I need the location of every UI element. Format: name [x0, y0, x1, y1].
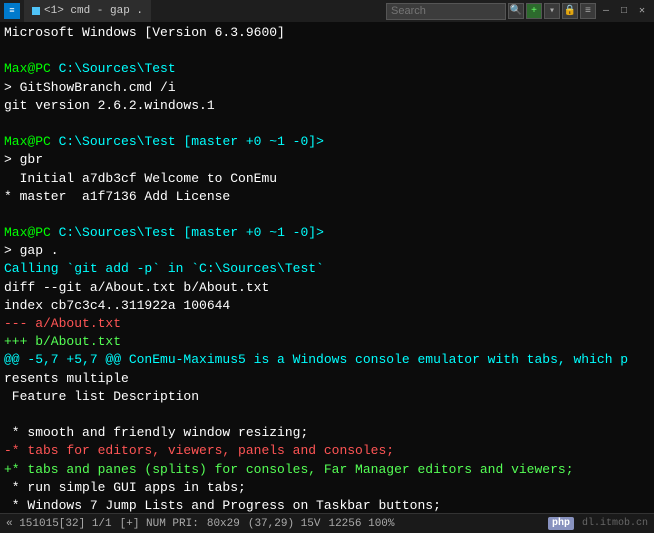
- status-chars: 12256 100%: [328, 518, 394, 530]
- term-line-7: Max@PC C:\Sources\Test [master +0 ~1 -0]…: [4, 133, 650, 151]
- term-line-2: [4, 42, 650, 60]
- term-line-10: * master a1f7136 Add License: [4, 188, 650, 206]
- prompt-branch-7: [master +0 ~1 -0]>: [183, 134, 323, 149]
- term-line-17: --- a/About.txt: [4, 315, 650, 333]
- term-line-3: Max@PC C:\Sources\Test: [4, 60, 650, 78]
- status-mode: [+] NUM PRI:: [120, 518, 199, 530]
- term-line-18: +++ b/About.txt: [4, 333, 650, 351]
- statusbar: « 151015[32] 1/1 [+] NUM PRI: 80x29 (37,…: [0, 513, 654, 533]
- term-line-5: git version 2.6.2.windows.1: [4, 97, 650, 115]
- term-line-6: [4, 115, 650, 133]
- term-line-1: Microsoft Windows [Version 6.3.9600]: [4, 24, 650, 42]
- term-line-16: index cb7c3c4..311922a 100644: [4, 297, 650, 315]
- term-line-12: Max@PC C:\Sources\Test [master +0 ~1 -0]…: [4, 224, 650, 242]
- term-line-24: -* tabs for editors, viewers, panels and…: [4, 442, 650, 460]
- maximize-button[interactable]: □: [616, 3, 632, 19]
- term-line-27: * Windows 7 Jump Lists and Progress on T…: [4, 497, 650, 513]
- terminal-output[interactable]: Microsoft Windows [Version 6.3.9600] Max…: [0, 22, 654, 513]
- term-line-14: Calling `git add -p` in `C:\Sources\Test…: [4, 260, 650, 278]
- tab-label: <1> cmd - gap .: [44, 5, 143, 17]
- titlebar: ≡ <1> cmd - gap . 🔍 + ▾ 🔒 ≡ — □ ✕: [0, 0, 654, 22]
- term-line-11: [4, 206, 650, 224]
- status-position: « 151015[32] 1/1: [6, 518, 112, 530]
- term-line-13: > gap .: [4, 242, 650, 260]
- term-line-21: Feature list Description: [4, 388, 650, 406]
- term-line-20: resents multiple: [4, 370, 650, 388]
- term-line-23: * smooth and friendly window resizing;: [4, 424, 650, 442]
- term-line-22: [4, 406, 650, 424]
- lock-icon[interactable]: 🔒: [562, 3, 578, 19]
- search-input[interactable]: [386, 3, 506, 20]
- status-cursor: (37,29) 15V: [248, 518, 321, 530]
- active-tab[interactable]: <1> cmd - gap .: [24, 0, 151, 22]
- add-tab-button[interactable]: +: [526, 3, 542, 19]
- term-line-9: Initial a7db3cf Welcome to ConEmu: [4, 170, 650, 188]
- prompt-user-3: Max@PC: [4, 61, 51, 76]
- settings-icon[interactable]: ≡: [580, 3, 596, 19]
- prompt-path-3: C:\Sources\Test: [59, 61, 176, 76]
- prompt-user-7: Max@PC: [4, 134, 51, 149]
- toolbar-right: 🔍 + ▾ 🔒 ≡ — □ ✕: [155, 3, 650, 20]
- prompt-path-7: C:\Sources\Test: [59, 134, 176, 149]
- watermark: dl.itmob.cn: [582, 518, 648, 529]
- term-line-26: * run simple GUI apps in tabs;: [4, 479, 650, 497]
- minimize-button[interactable]: —: [598, 3, 614, 19]
- prompt-user-12: Max@PC: [4, 225, 51, 240]
- tab-indicator: [32, 7, 40, 15]
- term-line-8: > gbr: [4, 151, 650, 169]
- app-icon-area: ≡: [4, 3, 20, 19]
- prompt-path-12: C:\Sources\Test: [59, 225, 176, 240]
- php-badge: php: [548, 517, 574, 530]
- term-line-15: diff --git a/About.txt b/About.txt: [4, 279, 650, 297]
- term-line-4: > GitShowBranch.cmd /i: [4, 79, 650, 97]
- search-icon[interactable]: 🔍: [508, 3, 524, 19]
- close-button[interactable]: ✕: [634, 3, 650, 19]
- app-icon: ≡: [4, 3, 20, 19]
- term-line-25: +* tabs and panes (splits) for consoles,…: [4, 461, 650, 479]
- status-size: 80x29: [207, 518, 240, 530]
- term-line-19: @@ -5,7 +5,7 @@ ConEmu-Maximus5 is a Win…: [4, 351, 650, 369]
- prompt-branch-12: [master +0 ~1 -0]>: [183, 225, 323, 240]
- split-button[interactable]: ▾: [544, 3, 560, 19]
- app-icon-text: ≡: [9, 6, 14, 16]
